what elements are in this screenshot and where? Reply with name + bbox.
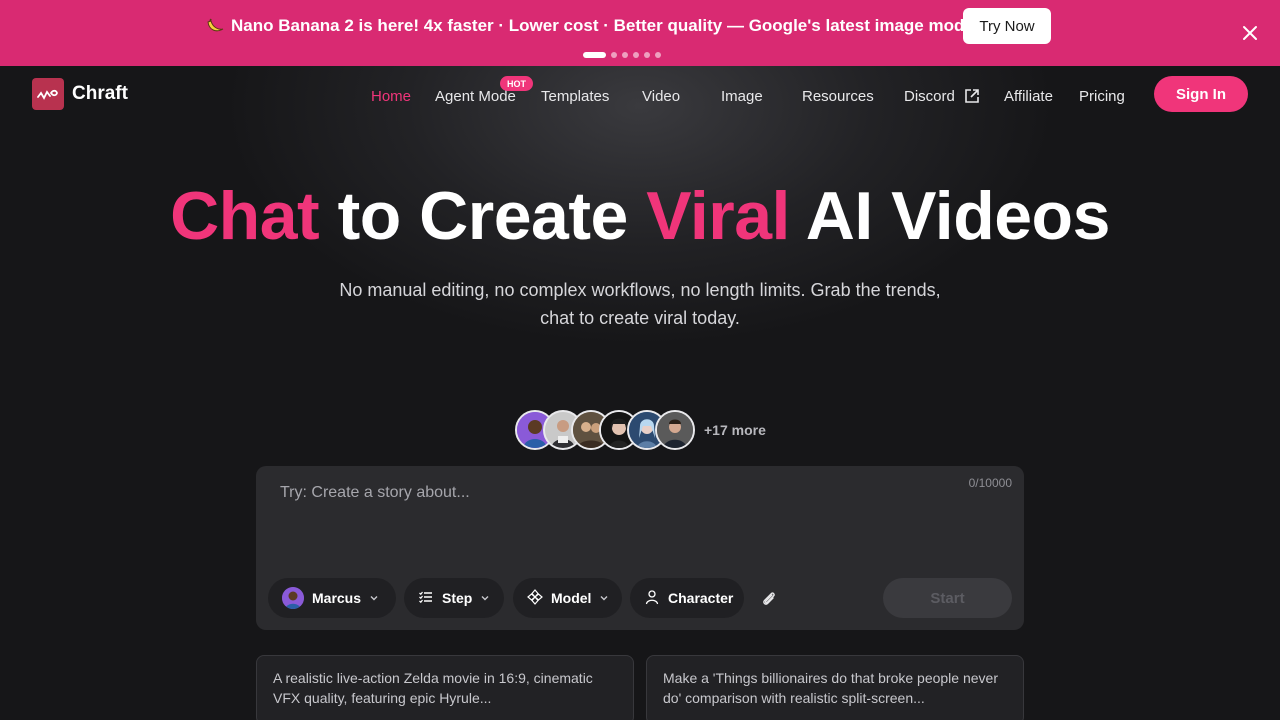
close-icon[interactable] bbox=[1240, 23, 1260, 43]
more-characters-count[interactable]: +17 more bbox=[704, 422, 766, 438]
step-dropdown[interactable]: Step bbox=[404, 578, 504, 618]
logo-mark-icon bbox=[32, 78, 64, 110]
avatar bbox=[282, 587, 304, 609]
nav-discord[interactable]: Discord bbox=[904, 88, 955, 105]
chevron-down-icon bbox=[599, 590, 609, 606]
selected-character-label: Marcus bbox=[312, 590, 362, 606]
hero-title-middle: to Create bbox=[319, 178, 647, 254]
carousel-dot[interactable] bbox=[644, 52, 650, 58]
hero-title-viral: Viral bbox=[646, 178, 790, 254]
try-now-button[interactable]: Try Now bbox=[963, 8, 1051, 44]
character-select-dropdown[interactable]: Marcus bbox=[268, 578, 396, 618]
character-counter: 0/10000 bbox=[968, 476, 1012, 490]
model-label: Model bbox=[551, 590, 592, 606]
carousel-dot[interactable] bbox=[655, 52, 661, 58]
model-icon bbox=[527, 588, 543, 608]
carousel-dot[interactable] bbox=[633, 52, 639, 58]
nav-image[interactable]: Image bbox=[721, 88, 763, 105]
chevron-down-icon bbox=[369, 590, 379, 606]
hero-subtitle-line1: No manual editing, no complex workflows,… bbox=[339, 280, 941, 300]
chevron-down-icon bbox=[480, 590, 490, 606]
banana-icon bbox=[205, 16, 225, 36]
user-icon bbox=[644, 589, 660, 608]
character-button[interactable]: Character bbox=[630, 578, 744, 618]
announcement-bar: Nano Banana 2 is here! 4x faster · Lower… bbox=[0, 0, 1280, 66]
hero-title-chat: Chat bbox=[170, 178, 320, 254]
steps-list-icon bbox=[418, 589, 434, 608]
announcement-text: Nano Banana 2 is here! 4x faster · Lower… bbox=[231, 16, 984, 35]
model-dropdown[interactable]: Model bbox=[513, 578, 622, 618]
nav-affiliate[interactable]: Affiliate bbox=[1004, 88, 1053, 105]
hero-subtitle: No manual editing, no complex workflows,… bbox=[290, 276, 990, 332]
step-label: Step bbox=[442, 590, 473, 606]
hero-title: Chat to Create Viral AI Videos bbox=[0, 178, 1280, 254]
logo-text: Chraft bbox=[72, 83, 128, 104]
nav-home[interactable]: Home bbox=[371, 88, 411, 105]
paperclip-icon[interactable] bbox=[760, 590, 778, 608]
nav-agent-mode[interactable]: Agent Mode bbox=[435, 88, 516, 105]
avatar[interactable] bbox=[655, 410, 695, 450]
prompt-composer: 0/10000 Marcus Step Model Character bbox=[256, 466, 1024, 630]
external-link-icon bbox=[964, 88, 980, 104]
nav-resources[interactable]: Resources bbox=[802, 88, 874, 105]
prompt-input[interactable] bbox=[280, 484, 920, 544]
hero-title-end: AI Videos bbox=[789, 178, 1111, 254]
carousel-dots bbox=[583, 52, 661, 58]
suggestion-card[interactable]: Make a 'Things billionaires do that brok… bbox=[646, 655, 1024, 720]
carousel-dot[interactable] bbox=[583, 52, 606, 58]
hot-badge: HOT bbox=[500, 76, 533, 91]
sign-in-button[interactable]: Sign In bbox=[1154, 76, 1248, 112]
logo[interactable]: Chraft bbox=[32, 78, 128, 110]
carousel-dot[interactable] bbox=[611, 52, 617, 58]
nav-templates[interactable]: Templates bbox=[541, 88, 609, 105]
announcement-message: Nano Banana 2 is here! 4x faster · Lower… bbox=[205, 15, 983, 37]
top-nav: Chraft Home Agent Mode HOT Templates Vid… bbox=[0, 66, 1280, 126]
character-label: Character bbox=[668, 590, 734, 606]
nav-pricing[interactable]: Pricing bbox=[1079, 88, 1125, 105]
suggestion-card[interactable]: A realistic live-action Zelda movie in 1… bbox=[256, 655, 634, 720]
nav-video[interactable]: Video bbox=[642, 88, 680, 105]
start-button[interactable]: Start bbox=[883, 578, 1012, 618]
carousel-dot[interactable] bbox=[622, 52, 628, 58]
hero-subtitle-line2: chat to create viral today. bbox=[540, 308, 740, 328]
